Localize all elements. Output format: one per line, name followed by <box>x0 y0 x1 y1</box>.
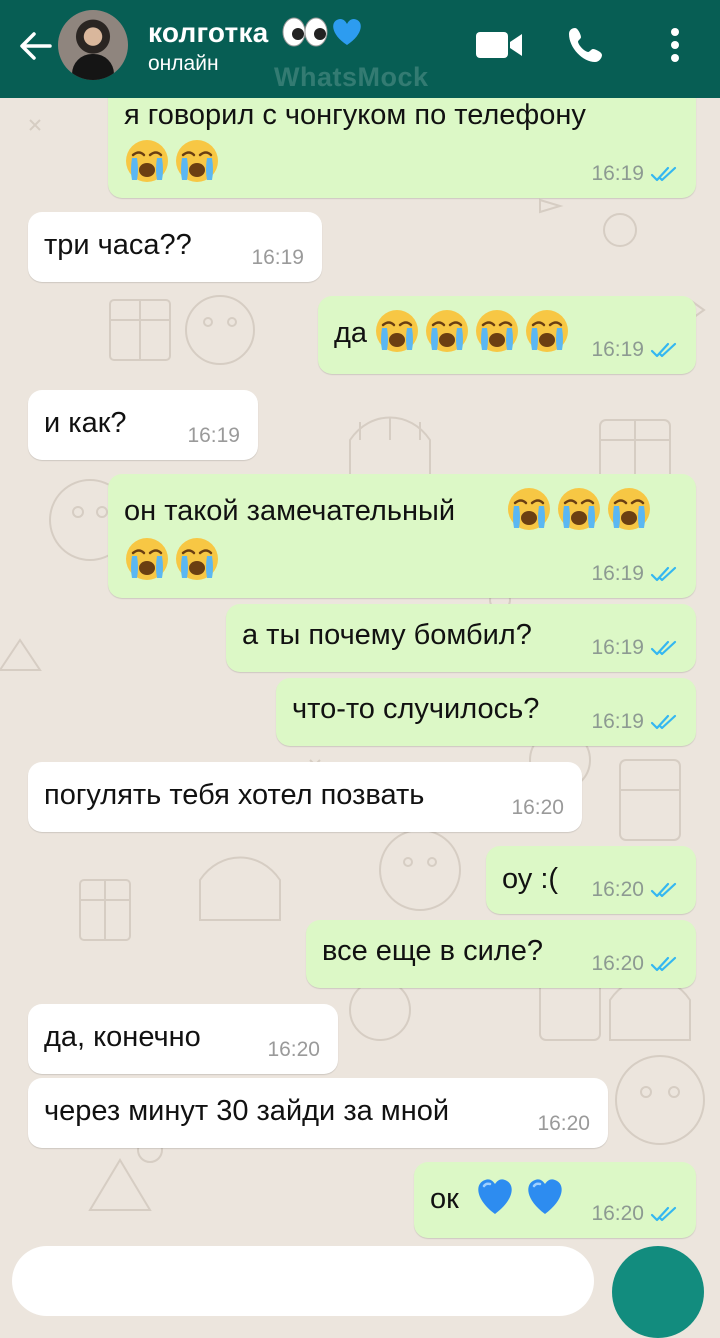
eyes-emoji-icon <box>282 17 328 47</box>
message-meta: 16:20 <box>591 1202 680 1226</box>
message-time: 16:19 <box>187 424 240 447</box>
overflow-menu-button[interactable] <box>650 22 700 68</box>
arrow-left-icon <box>20 32 52 60</box>
message-meta: 16:19 <box>591 162 680 186</box>
message-time: 16:20 <box>537 1112 590 1135</box>
blue-heart-icon <box>333 19 362 45</box>
message-time: 16:19 <box>251 246 304 269</box>
emoji-row <box>374 308 570 359</box>
message-time: 16:19 <box>591 162 644 185</box>
message-meta: 16:19 <box>251 246 304 270</box>
double-check-icon <box>650 164 680 184</box>
voice-call-button[interactable] <box>563 22 615 68</box>
double-check-icon <box>650 340 680 360</box>
message-meta: 16:19 <box>591 636 680 660</box>
loudly-crying-emoji-icon <box>124 138 170 189</box>
loudly-crying-emoji-icon <box>556 486 602 537</box>
loudly-crying-emoji-icon <box>174 138 220 189</box>
message-meta: 16:19 <box>187 424 240 448</box>
phone-icon <box>569 28 602 62</box>
back-button[interactable] <box>14 24 58 68</box>
loudly-crying-emoji-icon <box>174 536 220 587</box>
message-meta: 16:20 <box>537 1112 590 1136</box>
contact-name[interactable]: колготка <box>148 14 370 49</box>
double-check-icon <box>650 712 680 732</box>
loudly-crying-emoji-icon <box>524 308 570 359</box>
loudly-crying-emoji-icon <box>124 536 170 587</box>
message-bubble-outgoing[interactable]: оу :( 16:20 <box>486 846 696 914</box>
mic-button[interactable] <box>612 1246 704 1338</box>
blue-heart-emoji-icon <box>472 1172 518 1223</box>
blue-heart-emoji-icon <box>522 1172 568 1223</box>
eyes-and-heart-emoji <box>282 17 362 47</box>
message-text: он такой замечательный <box>124 495 456 527</box>
message-text: а ты почему бомбил? <box>242 619 532 651</box>
emoji-row <box>506 486 652 537</box>
message-time: 16:20 <box>591 952 644 975</box>
message-meta: 16:19 <box>591 562 680 586</box>
message-meta: 16:19 <box>591 710 680 734</box>
double-check-icon <box>650 954 680 974</box>
message-meta: 16:19 <box>591 338 680 362</box>
message-time: 16:19 <box>591 636 644 659</box>
message-time: 16:19 <box>591 710 644 733</box>
message-list: я говорил с чонгуком по телефону 16:19 т… <box>0 0 720 1280</box>
message-bubble-outgoing[interactable]: ок 16:20 <box>414 1162 696 1238</box>
message-bubble-outgoing[interactable]: что-то случилось? 16:19 <box>276 678 696 746</box>
double-check-icon <box>650 880 680 900</box>
message-input-bar[interactable] <box>12 1246 594 1316</box>
message-text: да <box>334 317 368 349</box>
message-meta: 16:20 <box>511 796 564 820</box>
message-bubble-incoming[interactable]: через минут 30 зайди за мной 16:20 <box>28 1078 608 1148</box>
message-meta: 16:20 <box>267 1038 320 1062</box>
video-call-button[interactable] <box>474 22 526 68</box>
message-text: что-то случилось? <box>292 693 540 725</box>
message-text: ок <box>430 1183 459 1215</box>
message-bubble-outgoing[interactable]: а ты почему бомбил? 16:19 <box>226 604 696 672</box>
double-check-icon <box>650 638 680 658</box>
message-bubble-outgoing[interactable]: все еще в силе? 16:20 <box>306 920 696 988</box>
message-text: и как? <box>44 407 127 439</box>
message-time: 16:20 <box>267 1038 320 1061</box>
contact-avatar[interactable] <box>58 10 128 80</box>
emoji-row <box>124 138 220 189</box>
message-time: 16:20 <box>591 1202 644 1225</box>
message-meta: 16:20 <box>591 952 680 976</box>
message-bubble-outgoing[interactable]: он такой замечательный 16:19 <box>108 474 696 598</box>
message-time: 16:20 <box>591 878 644 901</box>
video-camera-icon <box>476 32 522 58</box>
loudly-crying-emoji-icon <box>474 308 520 359</box>
loudly-crying-emoji-icon <box>424 308 470 359</box>
watermark: WhatsMock <box>274 62 429 92</box>
emoji-row <box>472 1172 568 1223</box>
three-dots-vertical-icon <box>671 28 679 62</box>
message-bubble-incoming[interactable]: три часа?? 16:19 <box>28 212 322 282</box>
message-bubble-incoming[interactable]: погулять тебя хотел позвать 16:20 <box>28 762 582 832</box>
message-text: через минут 30 зайди за мной <box>44 1095 450 1127</box>
message-time: 16:19 <box>591 562 644 585</box>
contact-status: онлайн <box>148 52 219 75</box>
loudly-crying-emoji-icon <box>374 308 420 359</box>
message-text: погулять тебя хотел позвать <box>44 779 425 811</box>
message-bubble-incoming[interactable]: да, конечно 16:20 <box>28 1004 338 1074</box>
loudly-crying-emoji-icon <box>506 486 552 537</box>
message-time: 16:20 <box>511 796 564 819</box>
message-time: 16:19 <box>591 338 644 361</box>
message-text: три часа?? <box>44 229 192 261</box>
chat-header: колготка онлайн WhatsMock <box>0 0 720 98</box>
double-check-icon <box>650 1204 680 1224</box>
message-text: я говорил с чонгуком по телефону <box>124 99 586 131</box>
message-bubble-outgoing[interactable]: да 16:19 <box>318 296 696 374</box>
double-check-icon <box>650 564 680 584</box>
loudly-crying-emoji-icon <box>606 486 652 537</box>
emoji-row <box>124 536 220 587</box>
message-text: все еще в силе? <box>322 935 543 967</box>
message-meta: 16:20 <box>591 878 680 902</box>
message-text: оу :( <box>502 863 559 895</box>
contact-name-text: колготка <box>148 17 269 48</box>
message-text: да, конечно <box>44 1021 201 1053</box>
message-bubble-incoming[interactable]: и как? 16:19 <box>28 390 258 460</box>
